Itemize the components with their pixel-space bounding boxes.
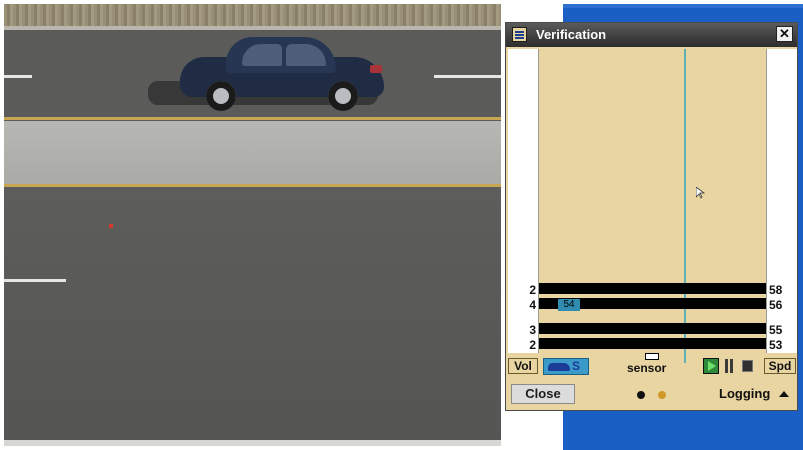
roadside-grass xyxy=(4,4,501,26)
lane-4-volume: 2 xyxy=(529,338,536,352)
status-dot-amber xyxy=(658,391,666,399)
lane-3-volume: 3 xyxy=(529,323,536,337)
speed-filter-button[interactable]: S xyxy=(543,358,589,375)
yellow-line xyxy=(4,117,501,120)
sensor-label: sensor xyxy=(627,361,667,375)
speed-button[interactable]: Spd xyxy=(764,358,796,374)
lane-bar-3 xyxy=(539,323,766,334)
median xyxy=(4,121,501,186)
lane-dash xyxy=(4,75,32,78)
window-client: 54 2 58 4 56 3 55 2 53 Vol S sensor Spd … xyxy=(506,47,797,410)
logging-label[interactable]: Logging xyxy=(719,386,770,401)
close-icon[interactable]: ✕ xyxy=(776,26,793,42)
lane-dash xyxy=(434,75,501,78)
lane-bar-4 xyxy=(539,338,766,349)
vehicle xyxy=(148,35,386,111)
play-icon[interactable] xyxy=(703,358,719,374)
road-marker xyxy=(109,224,113,228)
lane-4-speed: 53 xyxy=(769,338,783,352)
lane-3-speed: 55 xyxy=(769,323,783,337)
close-button[interactable]: Close xyxy=(511,384,575,404)
caret-up-icon[interactable] xyxy=(779,391,789,397)
status-dot-black xyxy=(637,391,645,399)
volume-button[interactable]: Vol xyxy=(508,358,538,374)
verification-window: Verification ✕ 54 2 58 4 56 3 55 2 53 Vo… xyxy=(505,22,798,411)
lane-2-volume: 4 xyxy=(529,298,536,312)
pause-icon[interactable] xyxy=(724,359,736,373)
sensor-icon[interactable] xyxy=(645,353,659,360)
window-title: Verification xyxy=(536,27,607,42)
yellow-line xyxy=(4,184,501,187)
lane-bar-1 xyxy=(539,283,766,294)
lane-dash xyxy=(4,279,66,282)
camera-feed xyxy=(4,4,501,446)
sensor-line xyxy=(684,49,686,363)
title-bar[interactable]: Verification ✕ xyxy=(506,23,797,47)
stop-icon[interactable] xyxy=(742,360,753,372)
vehicle-speed-tag: 54 xyxy=(558,299,580,311)
speed-filter-letter: S xyxy=(572,359,581,373)
road-edge xyxy=(4,440,501,446)
lane-2-speed: 56 xyxy=(769,298,783,312)
lane-1-volume: 2 xyxy=(529,283,536,297)
car-icon xyxy=(548,363,570,371)
lane-1-speed: 58 xyxy=(769,283,783,297)
app-icon xyxy=(512,27,527,42)
